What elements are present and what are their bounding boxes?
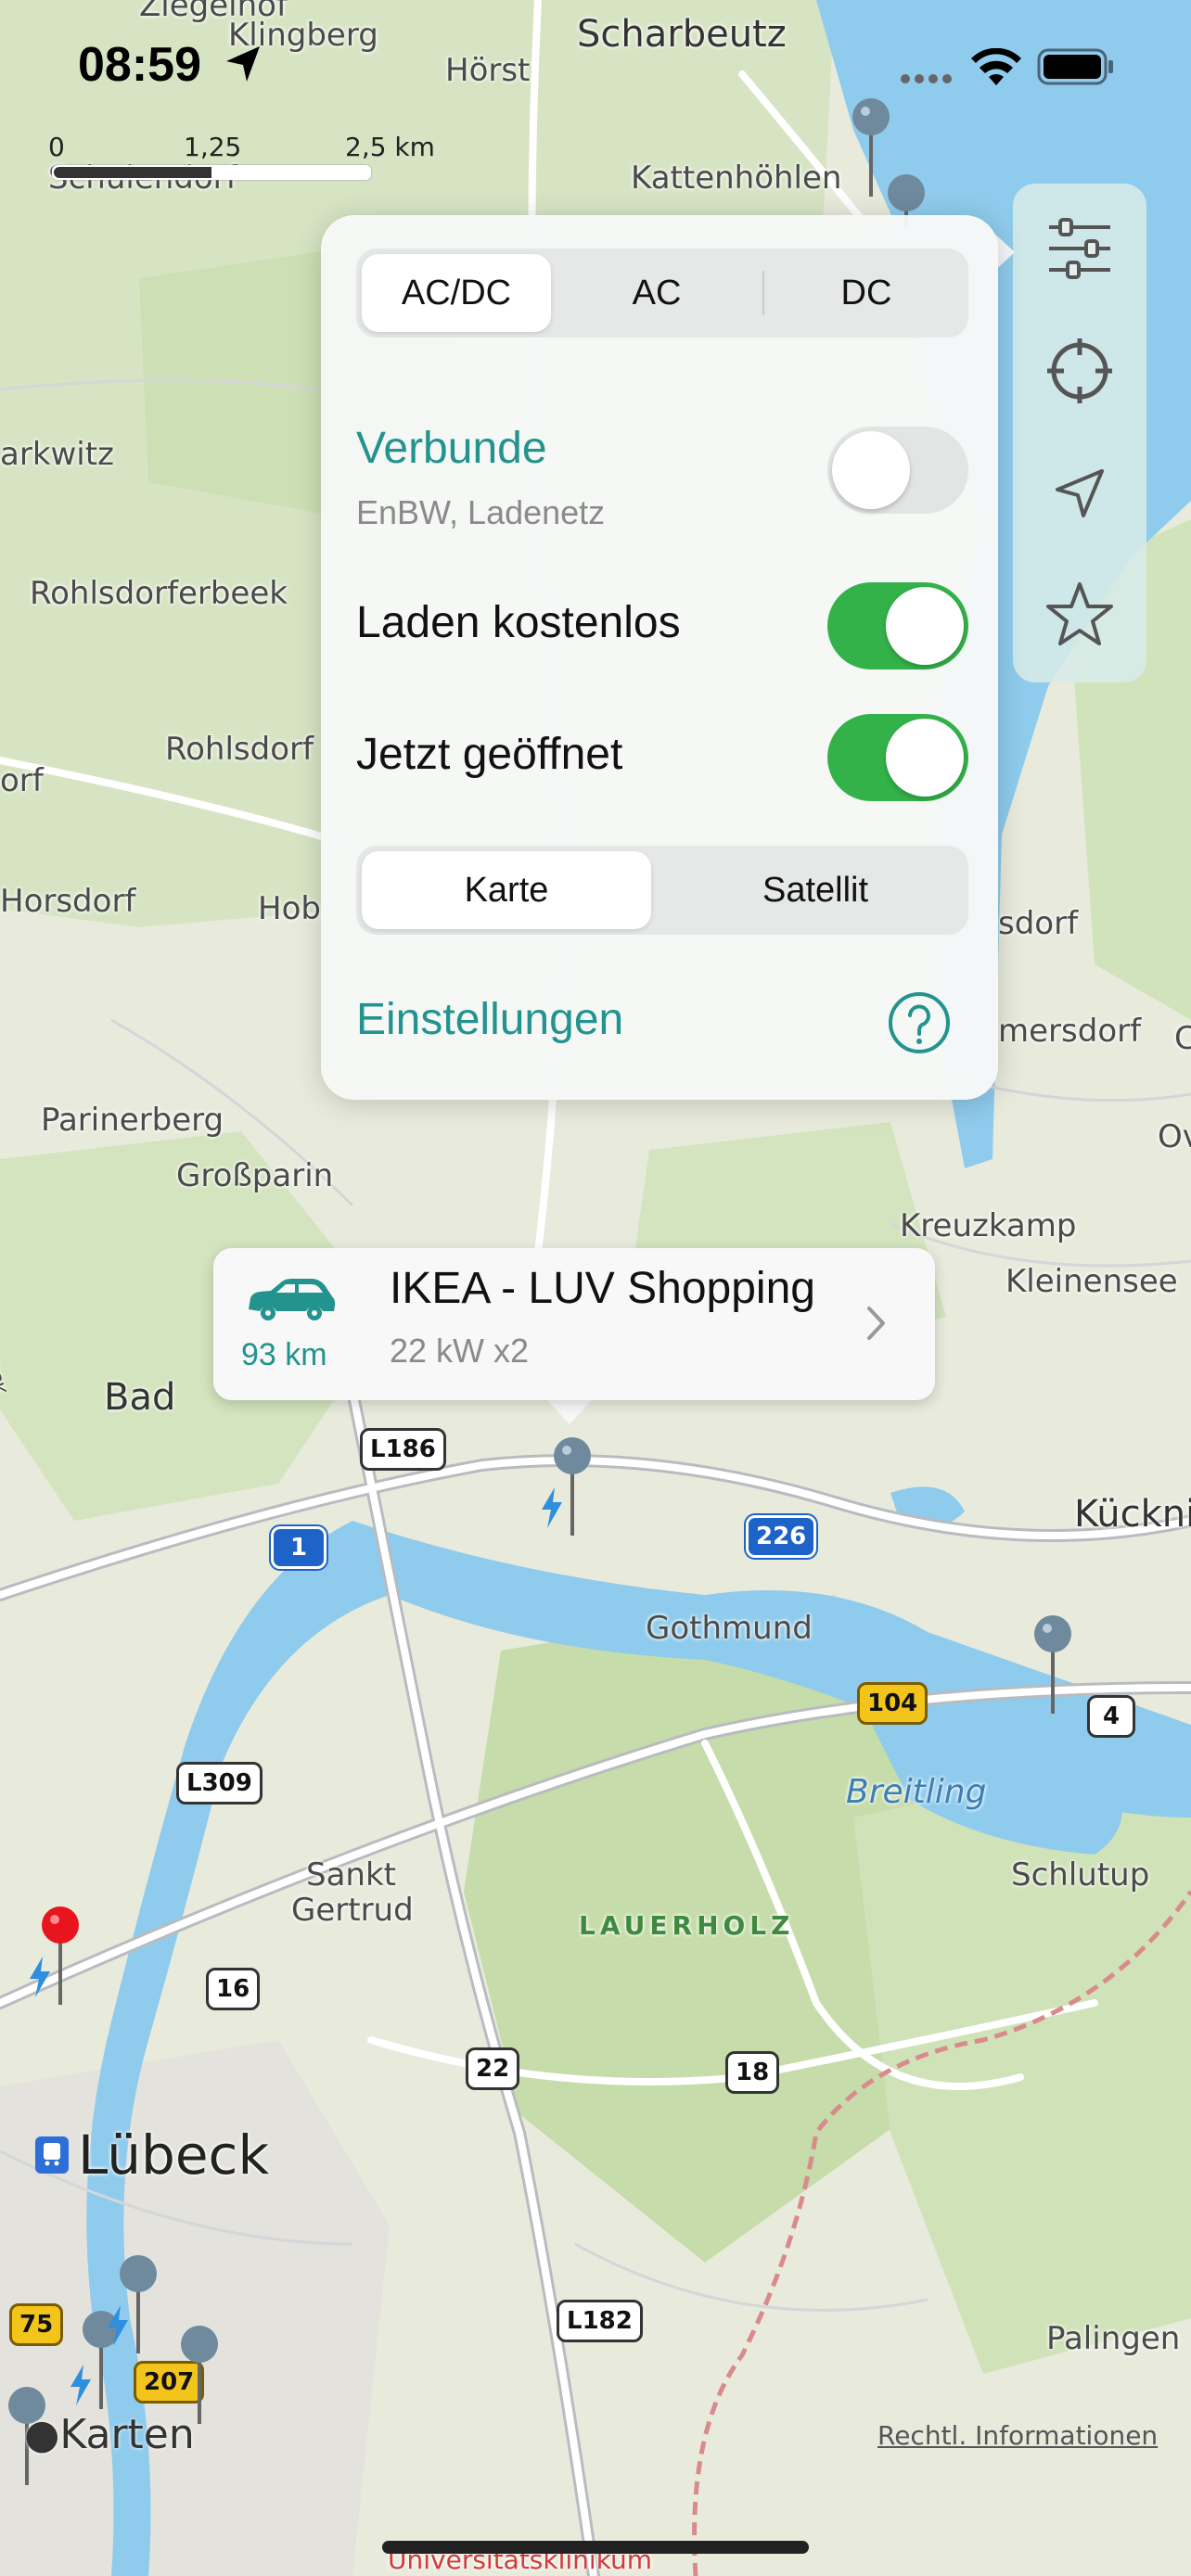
road-shield-a1: 1 (271, 1526, 327, 1569)
networks-subtitle: EnBW, Ladenetz (356, 493, 606, 531)
segment-karte[interactable]: Karte (362, 851, 651, 929)
locate-button[interactable] (1013, 315, 1146, 427)
legal-link[interactable]: Rechtl. Informationen (877, 2420, 1158, 2451)
chevron-right-icon (867, 1307, 885, 1340)
map-label-scharbeutz: Scharbeutz (577, 13, 787, 56)
map-label-arkwitz: arkwitz (0, 436, 114, 473)
current-type-segmented-control: AC/DC AC DC (356, 249, 968, 338)
map-label-luebeck: Lübeck (78, 2123, 270, 2187)
map-label-kreuzkamp: Kreuzkamp (900, 1207, 1077, 1244)
map-type-segmented-control: Karte Satellit (356, 846, 968, 935)
road-shield-l309: L309 (176, 1762, 263, 1804)
station-callout[interactable]: 93 km IKEA - LUV Shopping 22 kW x2 (213, 1248, 935, 1400)
road-shield-18: 18 (725, 2051, 780, 2094)
favorites-button[interactable] (1013, 558, 1146, 670)
map-label-mersdorf: mersdorf (998, 1013, 1142, 1050)
road-shield-22: 22 (466, 2047, 520, 2090)
map-label-hob: Hob (258, 890, 321, 927)
road-shield-16: 16 (206, 1968, 261, 2010)
map-label-sankt: Sankt (306, 1856, 396, 1894)
map-label-horsdorf: Horsdorf (0, 883, 136, 920)
map-label-schlutup: Schlutup (1011, 1856, 1150, 1894)
map-label-horst: Hörst (445, 52, 531, 89)
map-label-kleinensee: Kleinensee (1005, 1263, 1178, 1300)
road-shield-226: 226 (746, 1515, 817, 1558)
charger-bolt-luebeck-2[interactable] (67, 2365, 95, 2405)
location-services-icon (226, 46, 260, 82)
map-label-kattenhoehlen: Kattenhöhlen (631, 159, 842, 197)
map-controls (1013, 184, 1146, 682)
map-label-breitling: Breitling (846, 1773, 987, 1811)
segment-ac-dc[interactable]: AC/DC (362, 254, 551, 332)
question-circle-icon[interactable] (887, 990, 952, 1055)
charger-bolt-ikea[interactable] (538, 1487, 566, 1528)
map-label-rohlsdorferbeek: Rohlsdorferbeek (30, 575, 288, 612)
map-label-lauerholz: LAUERHOLZ (579, 1910, 795, 1941)
charger-bolt-west[interactable] (26, 1957, 54, 1997)
car-icon (249, 1279, 336, 1320)
scale-label-1-25: 1,25 (184, 132, 242, 162)
map-label-rohlsdorf: Rohlsdorf (165, 731, 314, 768)
status-bar-time: 08:59 (78, 38, 201, 92)
road-shield-104: 104 (857, 1682, 928, 1725)
train-station-icon[interactable] (35, 2136, 69, 2174)
map-label-grossparin: Großparin (176, 1157, 334, 1194)
battery-icon (1037, 48, 1113, 85)
map-label-ov: Ov (1158, 1118, 1191, 1155)
segment-divider (762, 271, 764, 315)
crosshair-icon (1047, 338, 1112, 403)
road-shield-l182: L182 (557, 2300, 643, 2342)
map-label-c: C (1174, 1020, 1191, 1057)
open-now-label: Jetzt geöffnet (356, 730, 623, 779)
map-label-parinerberg: Parinerberg (41, 1102, 224, 1139)
maps-brand-text: Karten (59, 2411, 195, 2458)
home-indicator[interactable] (382, 2541, 809, 2554)
navigate-button[interactable] (1013, 438, 1146, 549)
map-label-bad: Bad (104, 1376, 176, 1419)
charger-pin-east[interactable] (1030, 1613, 1076, 1715)
map-label-gothmund: Gothmund (646, 1610, 813, 1647)
callout-tail (545, 1398, 594, 1424)
filter-popover: AC/DC AC DC Verbunde EnBW, Ladenetz Lade… (321, 215, 998, 1100)
road-shield-75: 75 (9, 2303, 64, 2346)
segment-dc[interactable]: DC (772, 254, 961, 332)
road-shield-4: 4 (1087, 1695, 1135, 1738)
scale-label-2-5-km: 2,5 km (345, 132, 435, 162)
free-charging-toggle[interactable] (827, 582, 968, 670)
filter-button[interactable] (1013, 193, 1146, 304)
scale-label-0: 0 (48, 132, 65, 162)
map-label-gertrud: Gertrud (291, 1892, 414, 1929)
apple-logo-icon: ● (24, 2411, 60, 2458)
segment-satellit[interactable]: Satellit (668, 851, 963, 929)
wifi-icon (971, 48, 1021, 85)
maps-logo: ●Karten (24, 2411, 195, 2458)
location-arrow-icon (1056, 469, 1104, 517)
station-distance: 93 km (241, 1337, 327, 1372)
networks-label[interactable]: Verbunde (356, 423, 547, 474)
road-shield-l186: L186 (360, 1428, 446, 1471)
charger-bolt-luebeck-1[interactable] (104, 2305, 132, 2346)
map-label-palingen: Palingen (1046, 2320, 1181, 2357)
cellular-signal-icon (901, 74, 952, 83)
free-charging-label: Laden kostenlos (356, 598, 681, 647)
map-label-orf: orf (0, 762, 44, 799)
station-detail: 22 kW x2 (390, 1332, 530, 1370)
open-now-toggle[interactable] (827, 714, 968, 801)
star-icon (1046, 582, 1113, 645)
sliders-icon (1049, 218, 1110, 279)
segment-ac[interactable]: AC (562, 254, 751, 332)
map-scale-bar (52, 165, 371, 180)
map-label-kuecknitz: Kücknit (1074, 1493, 1191, 1536)
networks-toggle[interactable] (827, 427, 968, 514)
map-label-sdorf: sdorf (998, 905, 1079, 942)
station-title: IKEA - LUV Shopping (390, 1264, 815, 1313)
settings-link[interactable]: Einstellungen (356, 994, 623, 1045)
